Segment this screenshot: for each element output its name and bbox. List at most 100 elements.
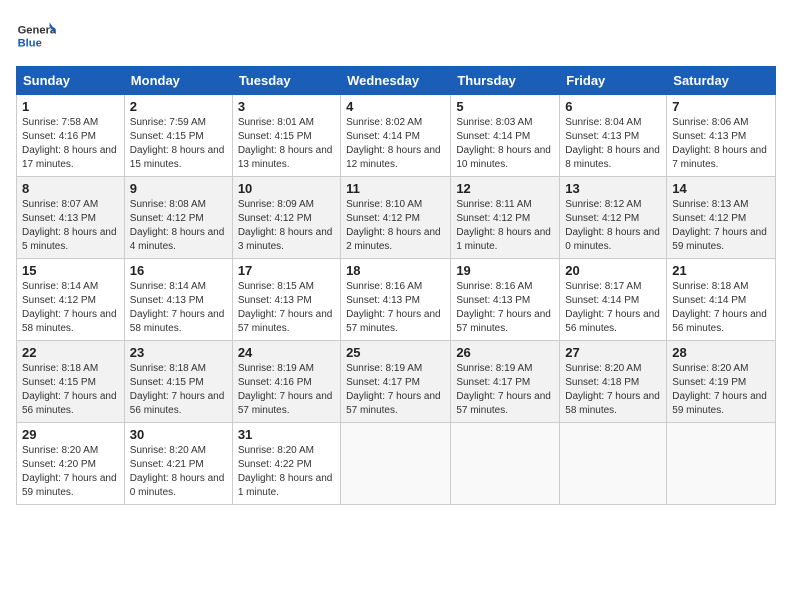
weekday-header-row: SundayMondayTuesdayWednesdayThursdayFrid…: [17, 67, 776, 95]
day-number: 25: [346, 345, 445, 360]
calendar-day-cell: 31 Sunrise: 8:20 AMSunset: 4:22 PMDaylig…: [232, 423, 340, 505]
day-info: Sunrise: 8:18 AMSunset: 4:15 PMDaylight:…: [130, 362, 227, 418]
day-info: Sunrise: 8:08 AMSunset: 4:12 PMDaylight:…: [130, 198, 227, 254]
day-info: Sunrise: 8:16 AMSunset: 4:13 PMDaylight:…: [456, 280, 554, 336]
day-info: Sunrise: 8:18 AMSunset: 4:15 PMDaylight:…: [22, 362, 119, 418]
day-info: Sunrise: 8:01 AMSunset: 4:15 PMDaylight:…: [238, 116, 335, 172]
day-info: Sunrise: 8:04 AMSunset: 4:13 PMDaylight:…: [565, 116, 661, 172]
weekday-header-cell: Tuesday: [232, 67, 340, 95]
weekday-header-cell: Saturday: [667, 67, 776, 95]
calendar-day-cell: 20 Sunrise: 8:17 AMSunset: 4:14 PMDaylig…: [560, 259, 667, 341]
weekday-header-cell: Wednesday: [341, 67, 451, 95]
day-number: 23: [130, 345, 227, 360]
day-number: 14: [672, 181, 770, 196]
day-info: Sunrise: 8:14 AMSunset: 4:12 PMDaylight:…: [22, 280, 119, 336]
day-info: Sunrise: 8:20 AMSunset: 4:20 PMDaylight:…: [22, 444, 119, 500]
day-number: 6: [565, 99, 661, 114]
day-number: 19: [456, 263, 554, 278]
day-info: Sunrise: 8:06 AMSunset: 4:13 PMDaylight:…: [672, 116, 770, 172]
day-number: 30: [130, 427, 227, 442]
day-number: 7: [672, 99, 770, 114]
weekday-header-cell: Sunday: [17, 67, 125, 95]
day-info: Sunrise: 8:13 AMSunset: 4:12 PMDaylight:…: [672, 198, 770, 254]
day-number: 1: [22, 99, 119, 114]
day-info: Sunrise: 8:19 AMSunset: 4:16 PMDaylight:…: [238, 362, 335, 418]
calendar-week-row: 29 Sunrise: 8:20 AMSunset: 4:20 PMDaylig…: [17, 423, 776, 505]
day-number: 17: [238, 263, 335, 278]
day-number: 16: [130, 263, 227, 278]
day-info: Sunrise: 8:18 AMSunset: 4:14 PMDaylight:…: [672, 280, 770, 336]
day-number: 15: [22, 263, 119, 278]
calendar-body: 1 Sunrise: 7:58 AMSunset: 4:16 PMDayligh…: [17, 95, 776, 505]
calendar-day-cell: [341, 423, 451, 505]
day-number: 11: [346, 181, 445, 196]
header: General Blue: [16, 16, 776, 56]
calendar-day-cell: 25 Sunrise: 8:19 AMSunset: 4:17 PMDaylig…: [341, 341, 451, 423]
calendar-table: SundayMondayTuesdayWednesdayThursdayFrid…: [16, 66, 776, 505]
day-info: Sunrise: 8:16 AMSunset: 4:13 PMDaylight:…: [346, 280, 445, 336]
calendar-day-cell: 4 Sunrise: 8:02 AMSunset: 4:14 PMDayligh…: [341, 95, 451, 177]
day-number: 20: [565, 263, 661, 278]
day-number: 10: [238, 181, 335, 196]
day-number: 27: [565, 345, 661, 360]
day-info: Sunrise: 8:11 AMSunset: 4:12 PMDaylight:…: [456, 198, 554, 254]
calendar-day-cell: 19 Sunrise: 8:16 AMSunset: 4:13 PMDaylig…: [451, 259, 560, 341]
day-number: 28: [672, 345, 770, 360]
calendar-day-cell: 5 Sunrise: 8:03 AMSunset: 4:14 PMDayligh…: [451, 95, 560, 177]
day-number: 21: [672, 263, 770, 278]
day-number: 26: [456, 345, 554, 360]
calendar-day-cell: 1 Sunrise: 7:58 AMSunset: 4:16 PMDayligh…: [17, 95, 125, 177]
calendar-day-cell: 14 Sunrise: 8:13 AMSunset: 4:12 PMDaylig…: [667, 177, 776, 259]
calendar-day-cell: 18 Sunrise: 8:16 AMSunset: 4:13 PMDaylig…: [341, 259, 451, 341]
day-info: Sunrise: 8:20 AMSunset: 4:18 PMDaylight:…: [565, 362, 661, 418]
day-info: Sunrise: 7:59 AMSunset: 4:15 PMDaylight:…: [130, 116, 227, 172]
calendar-day-cell: 28 Sunrise: 8:20 AMSunset: 4:19 PMDaylig…: [667, 341, 776, 423]
calendar-day-cell: 2 Sunrise: 7:59 AMSunset: 4:15 PMDayligh…: [124, 95, 232, 177]
weekday-header-cell: Monday: [124, 67, 232, 95]
day-number: 31: [238, 427, 335, 442]
day-number: 4: [346, 99, 445, 114]
calendar-day-cell: 21 Sunrise: 8:18 AMSunset: 4:14 PMDaylig…: [667, 259, 776, 341]
day-info: Sunrise: 8:20 AMSunset: 4:21 PMDaylight:…: [130, 444, 227, 500]
calendar-day-cell: [667, 423, 776, 505]
calendar-day-cell: 24 Sunrise: 8:19 AMSunset: 4:16 PMDaylig…: [232, 341, 340, 423]
day-number: 3: [238, 99, 335, 114]
day-number: 5: [456, 99, 554, 114]
day-info: Sunrise: 8:15 AMSunset: 4:13 PMDaylight:…: [238, 280, 335, 336]
calendar-week-row: 22 Sunrise: 8:18 AMSunset: 4:15 PMDaylig…: [17, 341, 776, 423]
weekday-header-cell: Friday: [560, 67, 667, 95]
logo: General Blue: [16, 16, 60, 56]
calendar-day-cell: 16 Sunrise: 8:14 AMSunset: 4:13 PMDaylig…: [124, 259, 232, 341]
calendar-day-cell: 26 Sunrise: 8:19 AMSunset: 4:17 PMDaylig…: [451, 341, 560, 423]
day-number: 29: [22, 427, 119, 442]
calendar-day-cell: 3 Sunrise: 8:01 AMSunset: 4:15 PMDayligh…: [232, 95, 340, 177]
calendar-day-cell: 27 Sunrise: 8:20 AMSunset: 4:18 PMDaylig…: [560, 341, 667, 423]
calendar-day-cell: 29 Sunrise: 8:20 AMSunset: 4:20 PMDaylig…: [17, 423, 125, 505]
day-info: Sunrise: 8:12 AMSunset: 4:12 PMDaylight:…: [565, 198, 661, 254]
day-info: Sunrise: 7:58 AMSunset: 4:16 PMDaylight:…: [22, 116, 119, 172]
day-number: 2: [130, 99, 227, 114]
calendar-day-cell: 13 Sunrise: 8:12 AMSunset: 4:12 PMDaylig…: [560, 177, 667, 259]
calendar-week-row: 1 Sunrise: 7:58 AMSunset: 4:16 PMDayligh…: [17, 95, 776, 177]
svg-text:Blue: Blue: [18, 37, 42, 49]
calendar-day-cell: [560, 423, 667, 505]
day-number: 9: [130, 181, 227, 196]
day-info: Sunrise: 8:07 AMSunset: 4:13 PMDaylight:…: [22, 198, 119, 254]
calendar-day-cell: 30 Sunrise: 8:20 AMSunset: 4:21 PMDaylig…: [124, 423, 232, 505]
calendar-day-cell: 6 Sunrise: 8:04 AMSunset: 4:13 PMDayligh…: [560, 95, 667, 177]
calendar-week-row: 15 Sunrise: 8:14 AMSunset: 4:12 PMDaylig…: [17, 259, 776, 341]
weekday-header-cell: Thursday: [451, 67, 560, 95]
calendar-day-cell: 22 Sunrise: 8:18 AMSunset: 4:15 PMDaylig…: [17, 341, 125, 423]
logo-icon: General Blue: [16, 16, 56, 56]
day-info: Sunrise: 8:19 AMSunset: 4:17 PMDaylight:…: [456, 362, 554, 418]
day-info: Sunrise: 8:20 AMSunset: 4:19 PMDaylight:…: [672, 362, 770, 418]
day-info: Sunrise: 8:09 AMSunset: 4:12 PMDaylight:…: [238, 198, 335, 254]
day-info: Sunrise: 8:20 AMSunset: 4:22 PMDaylight:…: [238, 444, 335, 500]
calendar-day-cell: 9 Sunrise: 8:08 AMSunset: 4:12 PMDayligh…: [124, 177, 232, 259]
calendar-day-cell: 10 Sunrise: 8:09 AMSunset: 4:12 PMDaylig…: [232, 177, 340, 259]
day-number: 13: [565, 181, 661, 196]
day-info: Sunrise: 8:02 AMSunset: 4:14 PMDaylight:…: [346, 116, 445, 172]
calendar-day-cell: 11 Sunrise: 8:10 AMSunset: 4:12 PMDaylig…: [341, 177, 451, 259]
day-info: Sunrise: 8:03 AMSunset: 4:14 PMDaylight:…: [456, 116, 554, 172]
day-info: Sunrise: 8:17 AMSunset: 4:14 PMDaylight:…: [565, 280, 661, 336]
